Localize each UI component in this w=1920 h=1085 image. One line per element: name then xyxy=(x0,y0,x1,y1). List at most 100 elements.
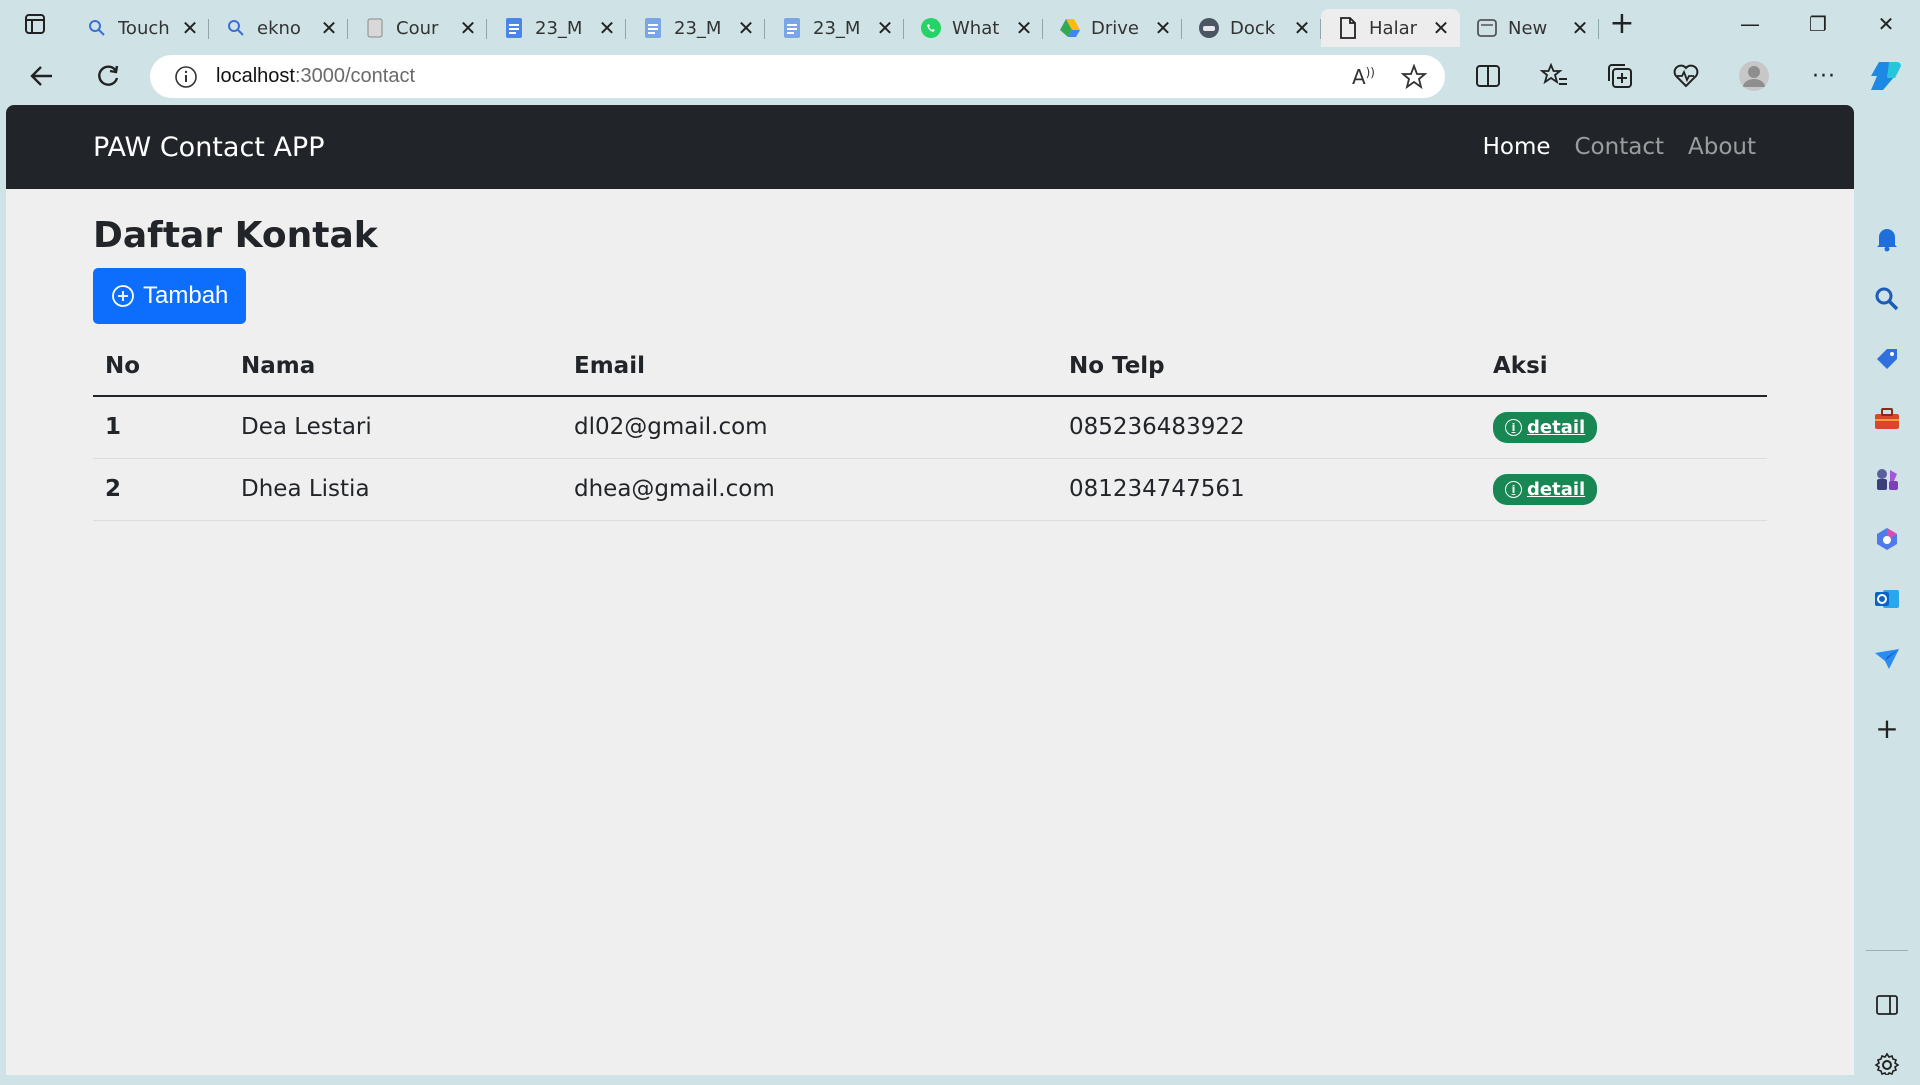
panel-icon xyxy=(1876,995,1898,1015)
browser-tab[interactable]: Drive ✕ xyxy=(1043,9,1182,47)
cell-telp: 085236483922 xyxy=(1057,396,1481,459)
info-circle-icon: i xyxy=(1505,419,1522,437)
close-tab-icon[interactable]: ✕ xyxy=(1571,16,1589,40)
split-screen-button[interactable] xyxy=(1466,54,1510,98)
sidebar-copilot365-button[interactable] xyxy=(1854,519,1920,559)
tab-actions-icon xyxy=(25,13,45,34)
copilot-button[interactable] xyxy=(1864,54,1908,98)
back-button[interactable] xyxy=(20,54,64,98)
tab-title: Cour xyxy=(396,17,439,39)
close-tab-icon[interactable]: ✕ xyxy=(181,16,199,40)
tag-icon xyxy=(1877,349,1897,369)
tab-actions-button[interactable] xyxy=(0,0,70,47)
browser-tab[interactable]: Touch ✕ xyxy=(70,9,209,47)
browser-tab-active[interactable]: Halar ✕ xyxy=(1321,9,1460,47)
sidebar-divider xyxy=(1866,950,1908,951)
favorites-list-icon xyxy=(1540,63,1567,85)
drive-icon xyxy=(1059,17,1081,39)
tab-title: ekno xyxy=(257,17,301,39)
profile-button[interactable] xyxy=(1732,54,1776,98)
browser-tab[interactable]: Cour ✕ xyxy=(348,9,487,47)
browser-essentials-button[interactable] xyxy=(1664,54,1708,98)
favorite-star-icon[interactable] xyxy=(1401,63,1427,90)
browser-tab[interactable]: New ✕ xyxy=(1460,9,1599,47)
close-tab-icon[interactable]: ✕ xyxy=(1154,16,1172,40)
tab-title: Touch xyxy=(118,17,170,39)
column-header-email: Email xyxy=(562,336,1057,397)
page-title: Daftar Kontak xyxy=(93,215,378,256)
contacts-table: No Nama Email No Telp Aksi 1 Dea Lestari… xyxy=(93,336,1767,521)
docs-icon xyxy=(642,17,664,39)
add-contact-button[interactable]: Tambah xyxy=(93,268,247,324)
close-tab-icon[interactable]: ✕ xyxy=(1015,16,1033,40)
sidebar-notifications-button[interactable] xyxy=(1854,219,1920,259)
address-url[interactable]: localhost:3000/contact xyxy=(216,65,415,88)
close-tab-icon[interactable]: ✕ xyxy=(598,16,616,40)
browser-tab[interactable]: What ✕ xyxy=(904,9,1043,47)
tab-strip: Touch ✕ ekno ✕ Cour ✕ 23_M ✕ 23_M ✕ 23_M… xyxy=(0,0,1920,47)
cell-nama: Dea Lestari xyxy=(229,396,562,459)
app-navbar: PAW Contact APP Home Contact About xyxy=(6,105,1854,189)
column-header-nama: Nama xyxy=(229,336,562,397)
tab-title: 23_M xyxy=(813,17,861,39)
settings-more-button[interactable]: ··· xyxy=(1802,54,1846,98)
browser-tab[interactable]: ekno ✕ xyxy=(209,9,348,47)
close-tab-icon[interactable]: ✕ xyxy=(320,16,338,40)
collections-button[interactable] xyxy=(1598,54,1642,98)
close-tab-icon[interactable]: ✕ xyxy=(1432,16,1450,40)
column-header-no: No xyxy=(93,336,229,397)
close-window-button[interactable]: ✕ xyxy=(1852,0,1920,47)
sidebar-send-button[interactable] xyxy=(1854,639,1920,679)
heart-pulse-icon xyxy=(1673,64,1699,88)
browser-tab[interactable]: Dock ✕ xyxy=(1182,9,1321,47)
cell-telp: 081234747561 xyxy=(1057,458,1481,521)
cell-nama: Dhea Listia xyxy=(229,458,562,521)
collections-icon xyxy=(1608,64,1632,88)
restore-button[interactable]: ❐ xyxy=(1784,0,1852,47)
close-tab-icon[interactable]: ✕ xyxy=(1293,16,1311,40)
split-screen-icon xyxy=(1476,65,1500,87)
sidebar-outlook-button[interactable] xyxy=(1854,579,1920,619)
sidebar-hide-button[interactable] xyxy=(1854,985,1920,1025)
tab-title: What xyxy=(952,17,1000,39)
browser-tab[interactable]: 23_M ✕ xyxy=(487,9,626,47)
read-aloud-icon[interactable]: A)) xyxy=(1352,65,1375,89)
cell-no: 2 xyxy=(93,458,229,521)
address-actions: A)) xyxy=(1352,55,1427,98)
minimize-button[interactable]: — xyxy=(1716,0,1784,47)
address-bar[interactable]: localhost:3000/contact A)) xyxy=(150,55,1445,98)
info-icon[interactable] xyxy=(174,65,198,89)
new-tab-button[interactable]: + xyxy=(1599,5,1645,43)
detail-button[interactable]: i detail xyxy=(1493,412,1598,444)
more-dots-icon: ··· xyxy=(1812,63,1836,89)
browser-tab[interactable]: 23_M ✕ xyxy=(626,9,765,47)
nav-contact-link[interactable]: Contact xyxy=(1575,134,1664,160)
nav-links: Home Contact About xyxy=(1483,105,1756,189)
sidebar-add-button[interactable]: + xyxy=(1854,708,1920,748)
close-tab-icon[interactable]: ✕ xyxy=(737,16,755,40)
refresh-button[interactable] xyxy=(86,54,130,98)
table-row: 1 Dea Lestari dl02@gmail.com 08523648392… xyxy=(93,396,1767,459)
browser-tab[interactable]: 23_M ✕ xyxy=(765,9,904,47)
favorites-button[interactable] xyxy=(1532,54,1576,98)
sidebar-shopping-button[interactable] xyxy=(1854,339,1920,379)
app-brand-link[interactable]: PAW Contact APP xyxy=(93,132,325,163)
sidebar-search-button[interactable] xyxy=(1854,279,1920,319)
tab-title: 23_M xyxy=(535,17,583,39)
docker-icon xyxy=(1198,17,1220,39)
page-viewport: PAW Contact APP Home Contact About Dafta… xyxy=(6,105,1854,1075)
nav-home-link[interactable]: Home xyxy=(1483,134,1551,160)
docs-icon xyxy=(503,17,525,39)
nav-about-link[interactable]: About xyxy=(1688,134,1756,160)
sidebar-games-button[interactable] xyxy=(1854,459,1920,499)
chess-piece-icon xyxy=(1877,469,1898,490)
plus-icon: + xyxy=(1875,711,1899,745)
column-header-aksi: Aksi xyxy=(1481,336,1767,397)
close-tab-icon[interactable]: ✕ xyxy=(459,16,477,40)
search-icon xyxy=(86,17,108,39)
table-header-row: No Nama Email No Telp Aksi xyxy=(93,336,1767,397)
detail-button[interactable]: i detail xyxy=(1493,474,1598,505)
close-tab-icon[interactable]: ✕ xyxy=(876,16,894,40)
sidebar-tools-button[interactable] xyxy=(1854,399,1920,439)
url-path: :3000/contact xyxy=(294,65,416,87)
